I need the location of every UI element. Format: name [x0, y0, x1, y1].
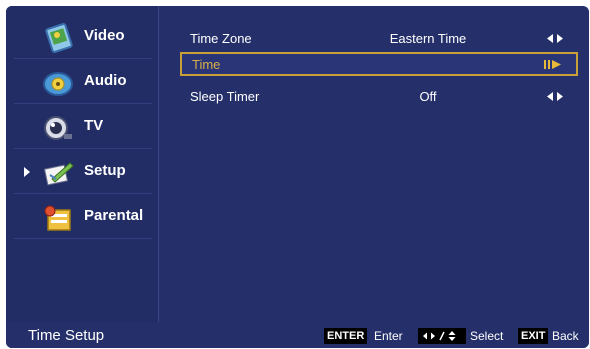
select-hint-label: Select	[470, 329, 504, 343]
setting-value: Off	[419, 89, 437, 104]
enter-key-badge: ENTER	[324, 328, 368, 344]
status-bar: Time Setup ENTER Enter Select EXIT Back	[6, 324, 589, 348]
active-pointer-icon	[24, 167, 30, 177]
setting-value: Eastern Time	[389, 31, 467, 46]
setting-row-sleep-timer[interactable]: Sleep Timer Off	[180, 84, 578, 108]
sidebar-item-tv[interactable]: TV	[6, 104, 158, 149]
left-right-arrows-icon	[547, 34, 563, 43]
settings-panel: Time Zone Eastern Time Time Sleep Timer …	[166, 6, 589, 322]
setting-name: Time	[192, 57, 221, 72]
left-right-arrows-icon	[547, 92, 563, 101]
audio-icon	[43, 72, 73, 96]
parental-icon	[44, 205, 71, 231]
sidebar-item-label: Audio	[84, 72, 127, 89]
video-icon	[45, 23, 73, 53]
navigation-keys-badge	[418, 328, 466, 344]
sidebar-item-label: TV	[84, 117, 104, 134]
setting-row-time-zone[interactable]: Time Zone Eastern Time	[180, 26, 578, 50]
sidebar-item-label: Parental	[84, 207, 144, 224]
tv-icon	[44, 116, 72, 140]
sidebar-item-setup[interactable]: Setup	[6, 149, 158, 194]
osd-menu: Video Audio TV Setup Parental Time Zone …	[6, 6, 589, 348]
setup-icon	[43, 162, 74, 186]
setting-name: Time Zone	[190, 31, 252, 46]
sidebar-item-label: Video	[84, 27, 125, 44]
page-title: Time Setup	[28, 327, 105, 344]
sidebar: Video Audio TV Setup Parental	[6, 6, 159, 322]
sidebar-item-audio[interactable]: Audio	[6, 59, 158, 104]
sidebar-item-parental[interactable]: Parental	[6, 194, 158, 239]
enter-submenu-icon	[544, 60, 561, 69]
setting-name: Sleep Timer	[190, 89, 260, 104]
enter-hint-label: Enter	[374, 329, 403, 343]
exit-key-badge: EXIT	[518, 328, 549, 344]
sidebar-item-video[interactable]: Video	[6, 14, 158, 59]
arrow-keys-icon	[423, 331, 456, 341]
setting-row-time[interactable]: Time	[180, 52, 578, 76]
back-hint-label: Back	[552, 329, 579, 343]
sidebar-item-label: Setup	[84, 162, 126, 179]
